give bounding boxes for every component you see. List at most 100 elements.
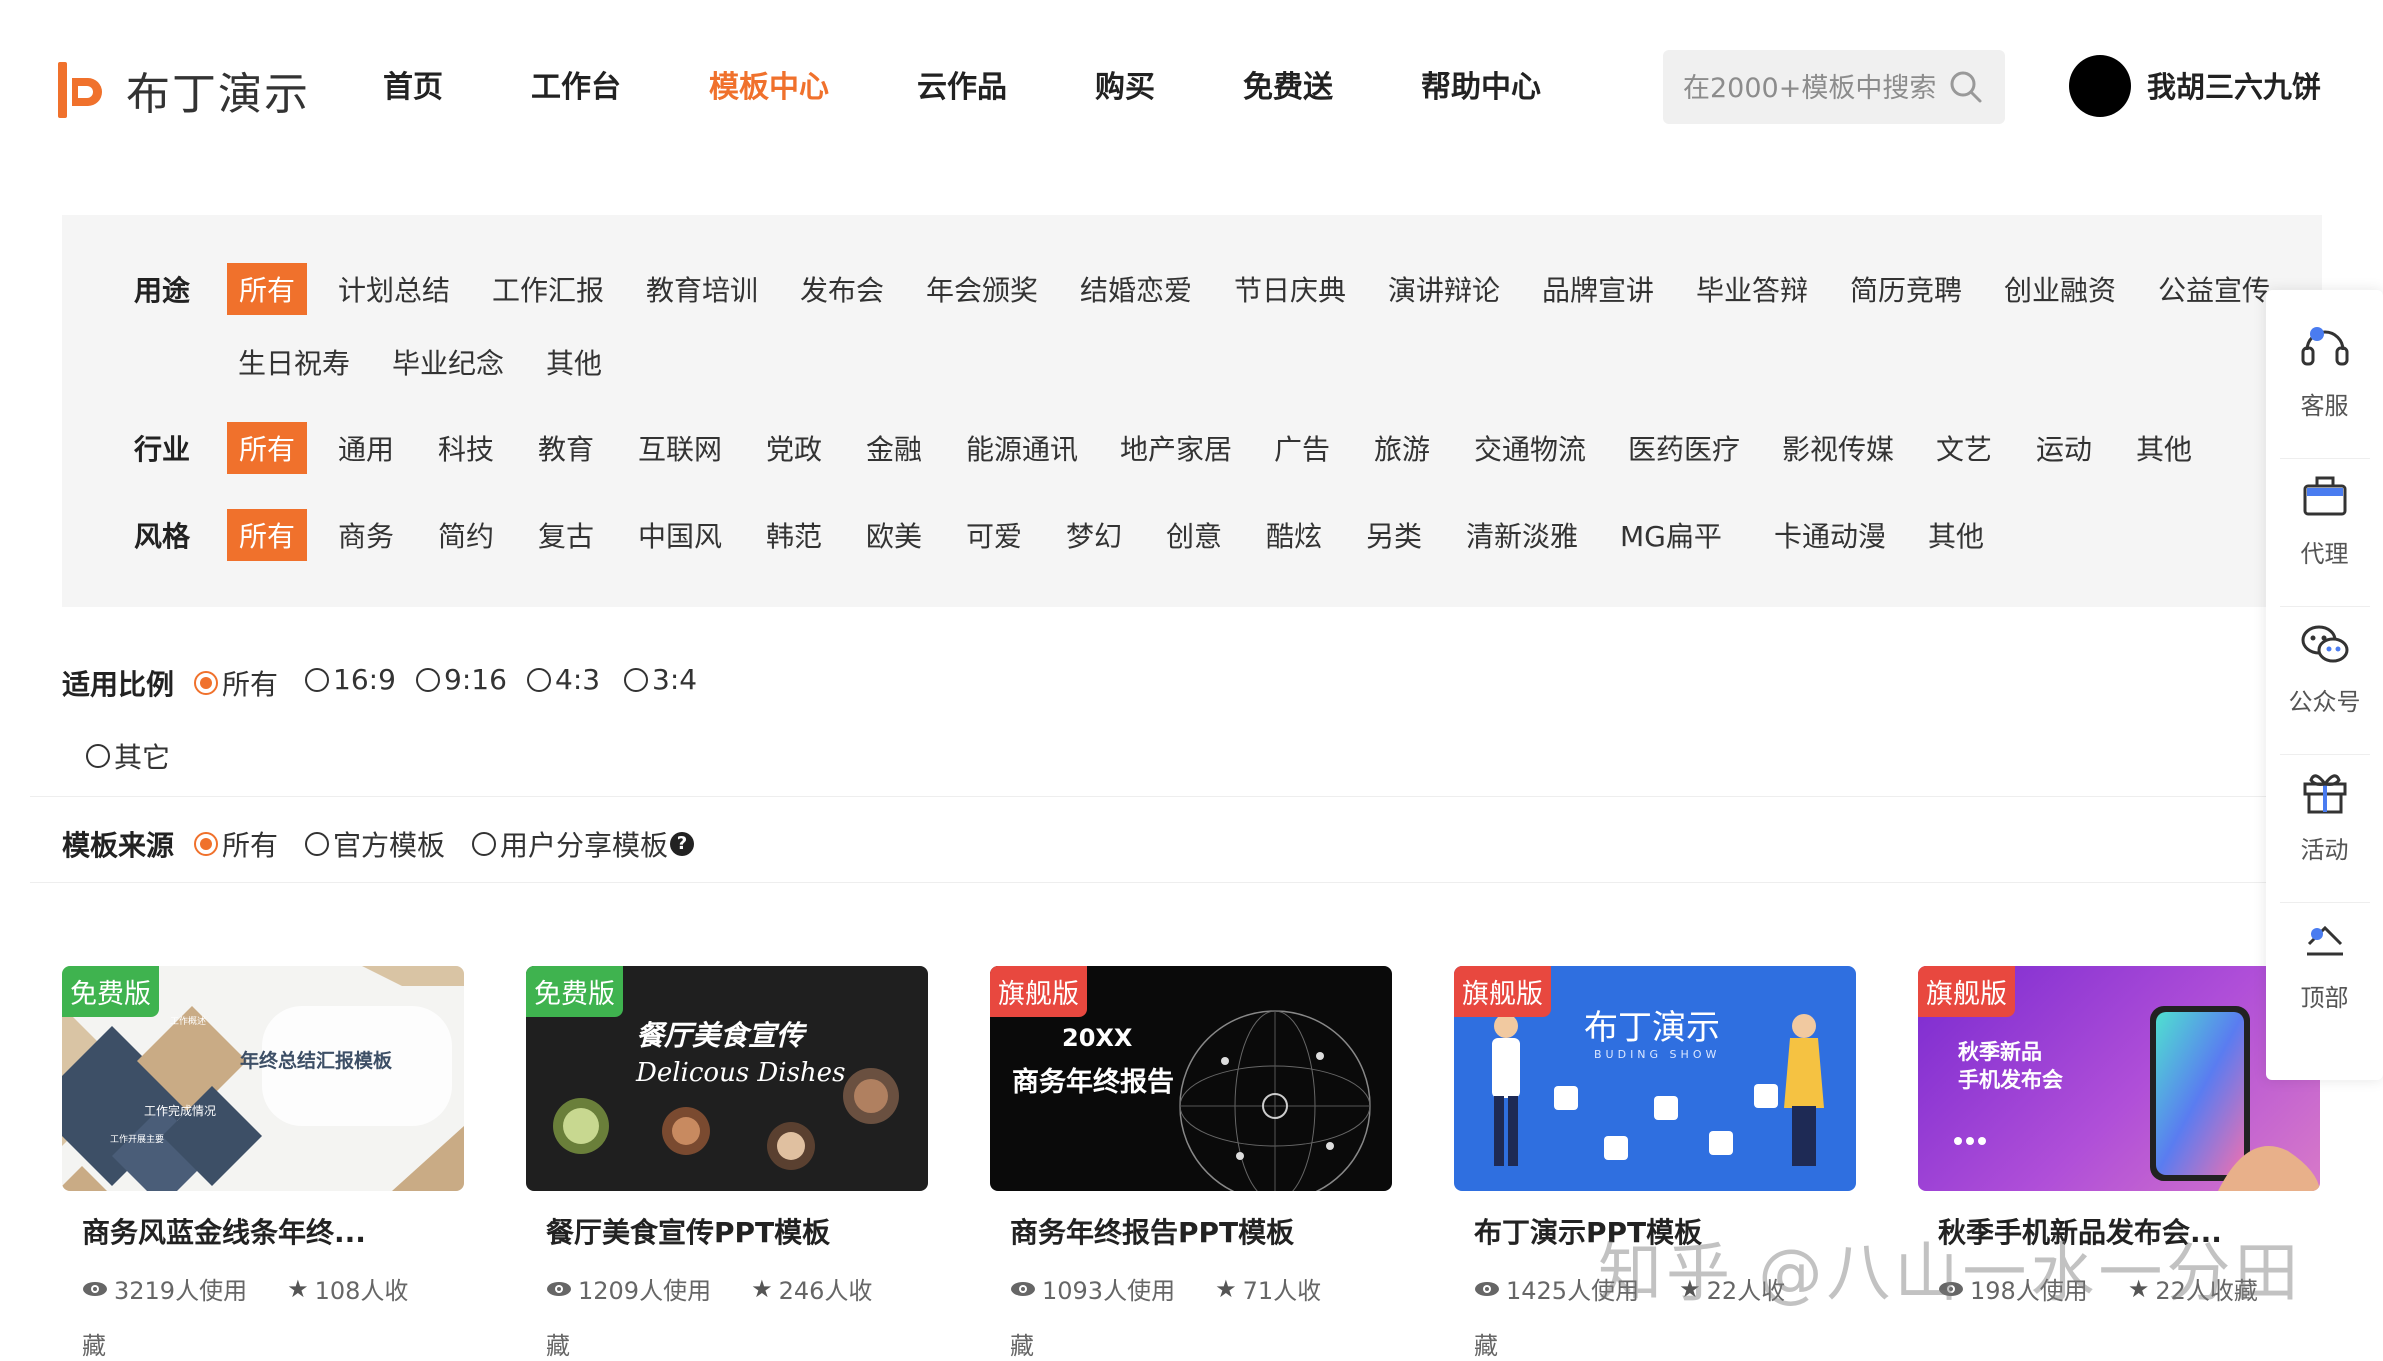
usage-option[interactable]: 工作汇报 <box>492 269 604 309</box>
usage-option[interactable]: 结婚恋爱 <box>1080 269 1192 309</box>
radio-dot <box>305 667 329 692</box>
avatar[interactable] <box>2069 55 2131 117</box>
side-activity[interactable]: 活动 <box>2266 734 2383 882</box>
usage-option[interactable]: 计划总结 <box>338 269 450 309</box>
style-option[interactable]: 创意 <box>1166 515 1222 555</box>
ratio-radio-9-16[interactable]: 9:16 <box>416 663 507 696</box>
industry-option[interactable]: 运动 <box>2036 428 2092 468</box>
usage-option[interactable]: 创业融资 <box>2004 269 2116 309</box>
usage-option[interactable]: 发布会 <box>800 269 884 309</box>
nav-buy[interactable]: 购买 <box>1095 62 1155 106</box>
template-thumbnail[interactable]: 旗舰版 20XX 商务年终报告 <box>990 966 1392 1191</box>
eye-icon <box>1475 1281 1499 1296</box>
template-title[interactable]: 餐厅美食宣传PPT模板 <box>546 1211 928 1251</box>
style-option[interactable]: MG扁平 <box>1620 515 1722 555</box>
style-option[interactable]: 酷炫 <box>1266 515 1322 555</box>
nav-free-gift[interactable]: 免费送 <box>1243 62 1333 106</box>
nav-help-center[interactable]: 帮助中心 <box>1421 62 1541 106</box>
usage-option[interactable]: 品牌宣讲 <box>1542 269 1654 309</box>
industry-option[interactable]: 其他 <box>2136 428 2192 468</box>
side-customer-service[interactable]: 客服 <box>2266 290 2383 438</box>
usage-option[interactable]: 年会颁奖 <box>926 269 1038 309</box>
style-option[interactable]: 商务 <box>338 515 394 555</box>
usage-option[interactable]: 生日祝寿 <box>238 342 350 382</box>
industry-option[interactable]: 互联网 <box>638 428 722 468</box>
industry-option[interactable]: 交通物流 <box>1474 428 1586 468</box>
industry-option[interactable]: 医药医疗 <box>1628 428 1740 468</box>
style-option-all[interactable]: 所有 <box>227 509 308 561</box>
template-thumbnail[interactable]: 旗舰版 秋季新品 手机发布会 <box>1918 966 2320 1191</box>
usage-option[interactable]: 演讲辩论 <box>1388 269 1500 309</box>
template-title[interactable]: 商务年终报告PPT模板 <box>1010 1211 1392 1251</box>
industry-option[interactable]: 科技 <box>438 428 494 468</box>
industry-option[interactable]: 地产家居 <box>1120 428 1232 468</box>
search-box <box>1663 50 2005 126</box>
question-circle-icon[interactable]: ? <box>670 832 695 856</box>
divider <box>30 796 2270 797</box>
ratio-radio-other[interactable]: 其它 <box>86 736 170 776</box>
style-option[interactable]: 梦幻 <box>1066 515 1122 555</box>
style-option[interactable]: 其他 <box>1928 515 1984 555</box>
star-icon: ★ <box>751 1274 773 1303</box>
template-thumbnail[interactable]: 免费版 餐厅美食宣传 Delicous Dishes <box>526 966 928 1191</box>
industry-option[interactable]: 广告 <box>1274 428 1330 468</box>
ratio-label: 适用比例 <box>62 668 175 701</box>
style-option[interactable]: 卡通动漫 <box>1774 515 1886 555</box>
industry-option[interactable]: 文艺 <box>1936 428 1992 468</box>
thumb-text: BUDING SHOW <box>1594 1048 1721 1061</box>
search-icon[interactable] <box>1947 68 1985 106</box>
side-agent[interactable]: 代理 <box>2266 438 2383 586</box>
star-icon: ★ <box>287 1274 309 1303</box>
usage-option[interactable]: 简历竞聘 <box>1850 269 1962 309</box>
style-option[interactable]: 清新淡雅 <box>1466 515 1578 555</box>
usage-option[interactable]: 公益宣传 <box>2158 269 2270 309</box>
usage-option[interactable]: 毕业纪念 <box>392 342 504 382</box>
ratio-radio-16-9[interactable]: 16:9 <box>305 663 396 696</box>
username[interactable]: 我胡三六九饼 <box>2147 64 2321 106</box>
template-thumbnail[interactable]: 免费版 年终总结汇报模板 工作完成情况 工作概述 工作开展主要 <box>62 966 464 1191</box>
logo-text: 布丁演示 <box>126 69 310 120</box>
usage-option[interactable]: 教育培训 <box>646 269 758 309</box>
industry-option[interactable]: 影视传媒 <box>1782 428 1894 468</box>
style-option[interactable]: 韩范 <box>766 515 822 555</box>
industry-option[interactable]: 旅游 <box>1374 428 1430 468</box>
nav-home[interactable]: 首页 <box>383 62 443 106</box>
usage-option-all[interactable]: 所有 <box>227 263 308 315</box>
thumb-text: 商务年终报告 <box>1012 1067 1174 1098</box>
thumb-text: 工作概述 <box>170 1017 207 1027</box>
industry-option[interactable]: 金融 <box>866 428 922 468</box>
side-official-account[interactable]: 公众号 <box>2266 586 2383 734</box>
side-back-to-top[interactable]: 顶部 <box>2266 882 2383 1030</box>
template-title[interactable]: 商务风蓝金线条年终... <box>82 1211 464 1251</box>
ratio-radio-3-4[interactable]: 3:4 <box>624 663 697 696</box>
ratio-radio-4-3[interactable]: 4:3 <box>527 663 600 696</box>
ratio-radio-all[interactable]: 所有 <box>194 663 278 703</box>
usage-option[interactable]: 毕业答辩 <box>1696 269 1808 309</box>
usage-option[interactable]: 节日庆典 <box>1234 269 1346 309</box>
industry-option[interactable]: 党政 <box>766 428 822 468</box>
template-thumbnail[interactable]: 旗舰版 布丁演示 BUDING SHOW <box>1454 966 1856 1191</box>
nav-cloud-works[interactable]: 云作品 <box>917 62 1007 106</box>
template-card[interactable]: 旗舰版 20XX 商务年终报告 商务年终报告PPT模板 1093人使用 ★ 71… <box>990 966 1392 1361</box>
industry-option[interactable]: 通用 <box>338 428 394 468</box>
style-option[interactable]: 复古 <box>538 515 594 555</box>
industry-option-all[interactable]: 所有 <box>227 422 308 474</box>
style-option[interactable]: 中国风 <box>638 515 722 555</box>
nav-workbench[interactable]: 工作台 <box>531 62 621 106</box>
style-option[interactable]: 欧美 <box>866 515 922 555</box>
source-radio-all[interactable]: 所有 <box>194 824 278 864</box>
industry-option[interactable]: 能源通讯 <box>966 428 1078 468</box>
industry-option[interactable]: 教育 <box>538 428 594 468</box>
thumb-text: 手机发布会 <box>1958 1068 2063 1092</box>
template-card[interactable]: 免费版 餐厅美食宣传 Delicous Dishes 餐厅美食宣传PPT模板 1… <box>526 966 928 1361</box>
style-option[interactable]: 简约 <box>438 515 494 555</box>
logo[interactable]: 布丁演示 <box>58 58 310 122</box>
search-input[interactable] <box>1663 50 1945 126</box>
source-radio-user-shared[interactable]: 用户分享模板 ? <box>472 824 695 864</box>
style-option[interactable]: 可爱 <box>966 515 1022 555</box>
source-radio-official[interactable]: 官方模板 <box>305 824 445 864</box>
style-option[interactable]: 另类 <box>1366 515 1422 555</box>
usage-option[interactable]: 其他 <box>546 342 602 382</box>
template-card[interactable]: 免费版 年终总结汇报模板 工作完成情况 工作概述 工作开展主要 商务风蓝金线条年… <box>62 966 464 1361</box>
nav-template-center[interactable]: 模板中心 <box>709 62 829 106</box>
